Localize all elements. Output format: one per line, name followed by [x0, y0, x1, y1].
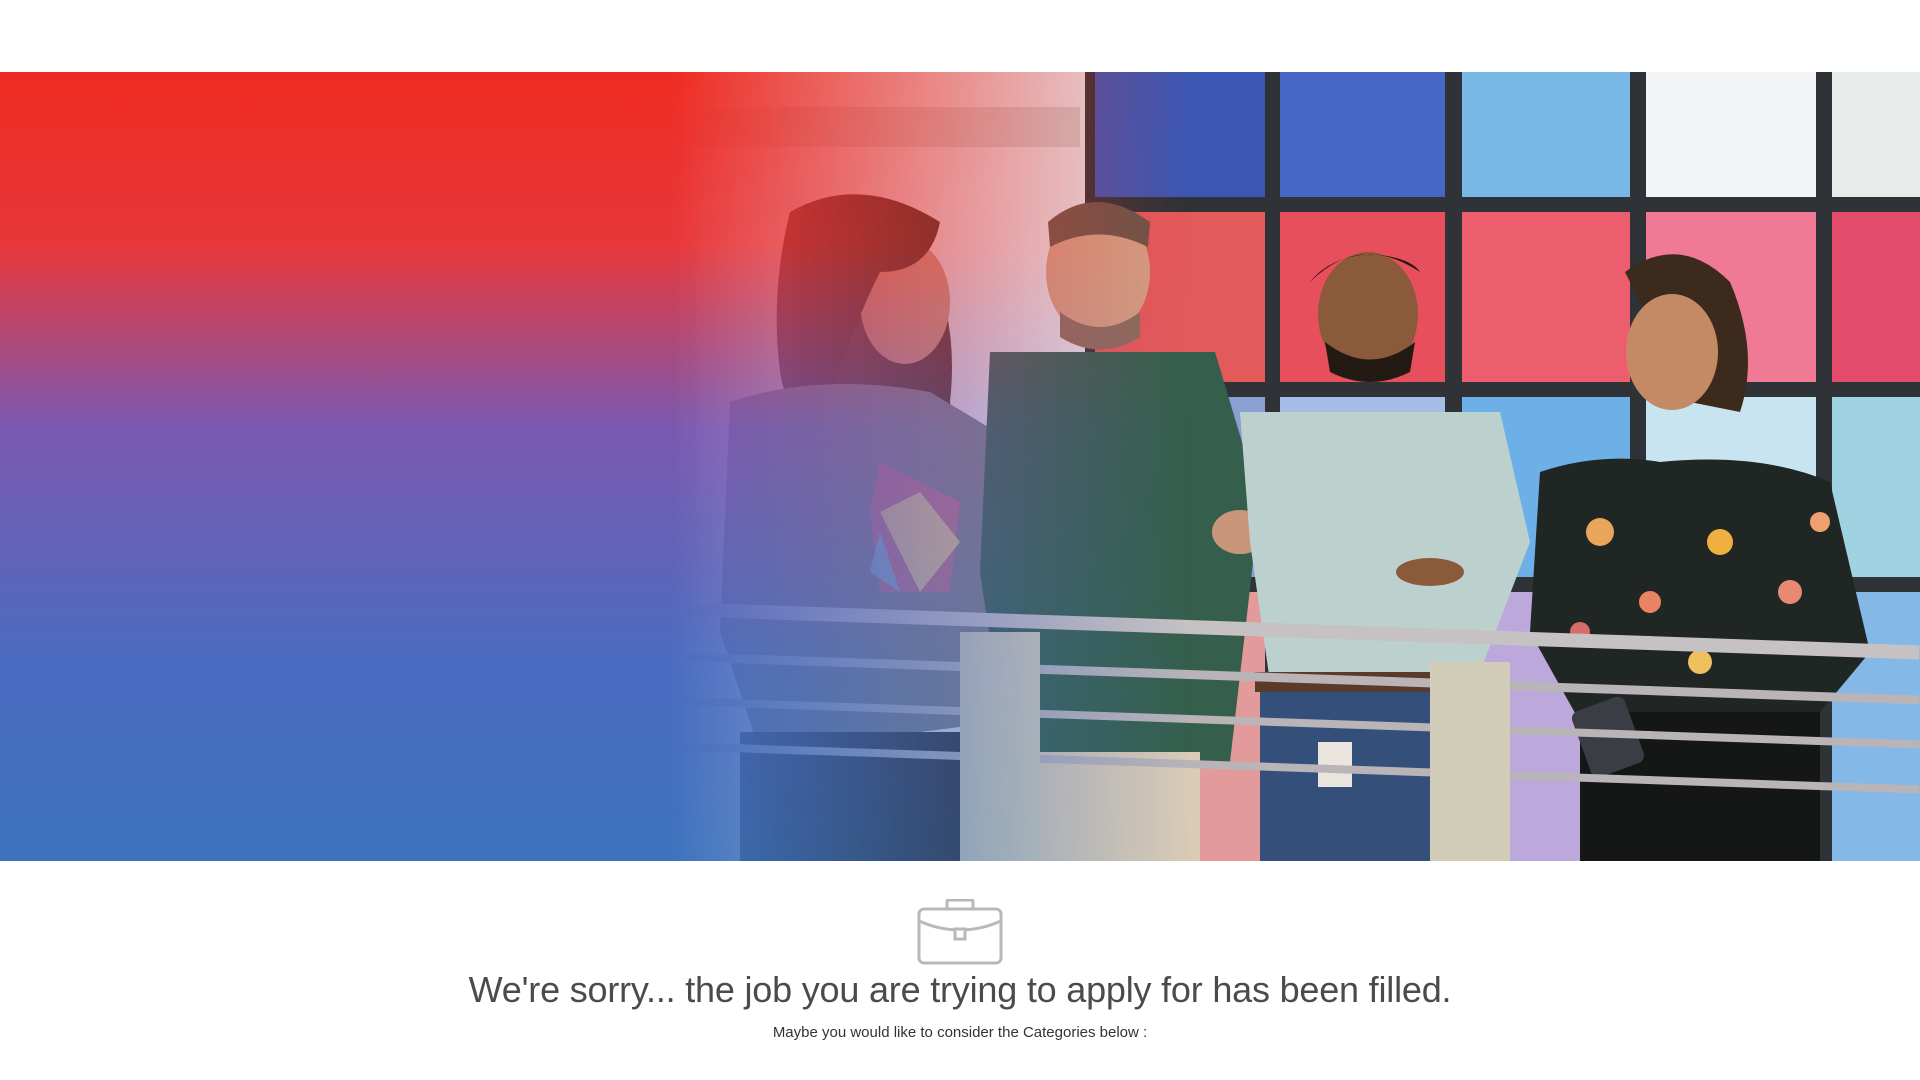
briefcase-icon: [917, 899, 1003, 965]
page-subline: Maybe you would like to consider the Cat…: [772, 1024, 1148, 1041]
top-bar: [0, 0, 1920, 72]
page-headline: We're sorry... the job you are trying to…: [468, 969, 1452, 1010]
brand-gradient-overlay: [0, 72, 1920, 861]
hero-banner: [0, 72, 1920, 861]
job-filled-message: We're sorry... the job you are trying to…: [0, 861, 1920, 1080]
page: We're sorry... the job you are trying to…: [0, 0, 1920, 1080]
hero-image: [0, 72, 1920, 861]
